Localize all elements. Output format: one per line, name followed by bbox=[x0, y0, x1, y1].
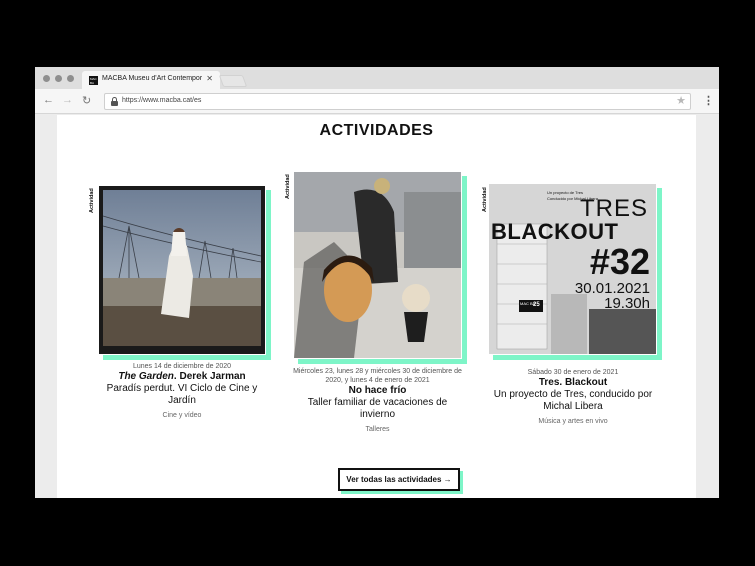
collage-photo bbox=[294, 172, 461, 358]
browser-toolbar: ← → ↻ https://www.macba.cat/es ★ ⋮ bbox=[35, 89, 719, 114]
card-image-garden[interactable] bbox=[98, 185, 266, 355]
close-window-dot[interactable] bbox=[43, 75, 50, 82]
address-bar[interactable]: https://www.macba.cat/es ★ bbox=[104, 93, 691, 110]
lock-icon bbox=[111, 97, 118, 106]
macba-favicon-icon: MAC BA bbox=[89, 76, 98, 85]
poster-line-blackout: BLACKOUT bbox=[491, 219, 619, 244]
card-name-rest: . Derek Jarman bbox=[173, 371, 246, 382]
card-date: Sábado 30 de enero de 2021 bbox=[527, 369, 619, 376]
bookmark-star-icon[interactable]: ★ bbox=[676, 94, 686, 107]
card-name[interactable]: Tres. Blackout bbox=[487, 377, 659, 389]
card-date: Lunes 14 de diciembre de 2020 bbox=[132, 363, 232, 370]
browser-menu-icon[interactable]: ⋮ bbox=[703, 94, 714, 107]
card-category-label: Actividad bbox=[285, 174, 291, 199]
page-content: ACTIVIDADES Actividad Lunes 14 de diciem… bbox=[57, 115, 696, 498]
new-tab-button[interactable] bbox=[218, 75, 248, 87]
card-category-label: Actividad bbox=[89, 188, 95, 213]
card-category[interactable]: Talleres bbox=[291, 425, 464, 434]
tab-bar: MAC BA MACBA Museu d'Art Contempora ✕ bbox=[35, 67, 719, 89]
reload-icon[interactable]: ↻ bbox=[82, 94, 91, 107]
poster-badge: 25 bbox=[533, 302, 540, 308]
card-name[interactable]: No hace frío bbox=[291, 385, 464, 397]
card-image-no-hace-frio[interactable] bbox=[293, 171, 462, 359]
tab-title: MACBA Museu d'Art Contempora bbox=[102, 75, 202, 82]
all-activities-button[interactable]: Ver todas las actividades → bbox=[338, 468, 460, 491]
card-category[interactable]: Cine y vídeo bbox=[98, 411, 266, 420]
url-text: https://www.macba.cat/es bbox=[122, 97, 202, 104]
forward-icon[interactable]: → bbox=[62, 94, 73, 106]
card-subtitle: Un proyecto de Tres, conducido por Micha… bbox=[493, 389, 653, 412]
maximize-window-dot[interactable] bbox=[67, 75, 74, 82]
card-meta: Lunes 14 de diciembre de 2020 The Garden… bbox=[98, 362, 266, 420]
card-image-tres-blackout[interactable]: Un proyecto de Tres Conducido por Michal… bbox=[488, 183, 657, 355]
card-name-italic: The Garden bbox=[118, 371, 174, 382]
page-title: ACTIVIDADES bbox=[319, 122, 434, 139]
card-meta: Sábado 30 de enero de 2021 Tres. Blackou… bbox=[487, 368, 659, 426]
poster-line-number: #32 bbox=[589, 241, 650, 282]
card-subtitle: Paradís perdut. VI Ciclo de Cine y Jardí… bbox=[106, 383, 258, 406]
minimize-window-dot[interactable] bbox=[55, 75, 62, 82]
close-tab-icon[interactable]: ✕ bbox=[206, 74, 213, 83]
garden-photo bbox=[102, 190, 262, 346]
card-date: Miércoles 23, lunes 28 y miércoles 30 de… bbox=[293, 368, 462, 384]
card-meta: Miércoles 23, lunes 28 y miércoles 30 de… bbox=[291, 367, 464, 434]
poster-line-time: 19.30h bbox=[604, 295, 650, 312]
back-icon[interactable]: ← bbox=[43, 94, 54, 106]
poster-line-tres: TRES bbox=[579, 195, 648, 222]
card-name[interactable]: The Garden. Derek Jarman bbox=[98, 371, 266, 383]
poster-credit-1: Un proyecto de Tres bbox=[547, 190, 584, 195]
card-category[interactable]: Música y artes en vivo bbox=[487, 417, 659, 426]
browser-tab[interactable]: MAC BA MACBA Museu d'Art Contempora ✕ bbox=[82, 71, 220, 89]
card-subtitle: Taller familiar de vacaciones de inviern… bbox=[307, 397, 448, 420]
browser-window: MAC BA MACBA Museu d'Art Contempora ✕ ← … bbox=[35, 67, 719, 498]
